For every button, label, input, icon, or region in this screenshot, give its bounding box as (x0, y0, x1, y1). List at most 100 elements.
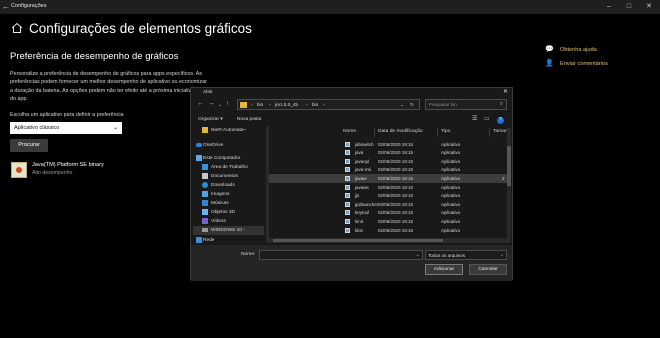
computer-icon (196, 155, 202, 161)
new-folder-button[interactable]: Nova pasta (237, 117, 261, 122)
file-name: javacpl (355, 158, 370, 164)
crumb-separator: › (323, 102, 325, 107)
app-entry-subtitle: Alto desempenho (32, 170, 73, 176)
help-chat-icon: 💬 (545, 46, 554, 53)
up-icon[interactable]: ↑ (226, 100, 229, 107)
file-row[interactable]: jabswitch 02/06/2020 19:15 Aplicativo (269, 140, 507, 148)
help-icon[interactable]: ? (497, 117, 504, 124)
application-file-icon (345, 227, 350, 233)
application-file-icon (345, 184, 350, 190)
nav-item-label: WINDOWS 10 - (211, 227, 245, 233)
navigation-pane: NieR:Automata~ OneDrive Este Computador … (193, 126, 264, 243)
file-date: 02/06/2020 19:15 (378, 210, 414, 216)
file-name: klist (355, 227, 363, 233)
column-divider[interactable] (489, 128, 490, 137)
file-row[interactable]: kinit 02/06/2020 19:15 Aplicativo (269, 217, 507, 225)
recent-dropdown-icon[interactable]: ⌄ (218, 102, 222, 108)
chevron-down-icon[interactable]: ⌄ (416, 252, 420, 258)
nav-item-label: Downloads (211, 182, 235, 188)
breadcrumb-2[interactable]: bin (312, 102, 318, 107)
address-dropdown-icon[interactable]: ⌄ (400, 102, 404, 108)
file-row[interactable]: jp2launcher 02/06/2020 19:15 Aplicativo (269, 200, 507, 208)
search-placeholder: Pesquisar bin (429, 102, 457, 107)
search-icon: ⌕ (499, 101, 503, 107)
file-date: 02/06/2020 19:15 (378, 184, 414, 190)
column-divider[interactable] (374, 128, 375, 137)
horizontal-scrollbar[interactable] (269, 238, 507, 243)
minimize-button[interactable]: – (602, 0, 616, 14)
app-type-select[interactable]: Aplicativo clássico ⌄ (10, 122, 122, 134)
pictures-icon (202, 191, 208, 197)
nav-item-documents[interactable]: Documentos (193, 172, 264, 181)
choose-app-label: Escolha um aplicativo para definir a pre… (10, 112, 124, 118)
filetype-select[interactable]: Todos os arquivos ⌄ (425, 250, 507, 260)
file-row[interactable]: jjs 02/06/2020 19:15 Aplicativo (269, 192, 507, 200)
file-row[interactable]: javaws 02/06/2020 19:15 Aplicativo (269, 183, 507, 191)
nav-item-windows-drive[interactable]: WINDOWS 10 - (193, 226, 264, 235)
scrollbar-thumb[interactable] (507, 146, 511, 186)
file-name: kinit (355, 218, 364, 224)
nav-item-label: Documentos (211, 173, 238, 179)
column-date[interactable]: Data de modificação (378, 129, 423, 134)
file-list-scrollbar[interactable] (507, 128, 511, 243)
column-size[interactable]: Taman (493, 129, 508, 134)
app-entry-name[interactable]: Java(TM) Platform SE binary (32, 162, 104, 168)
file-date: 02/06/2020 19:15 (378, 167, 414, 173)
file-name: jabswitch (355, 141, 374, 147)
preview-pane-icon[interactable]: ▭ (484, 115, 490, 122)
forward-icon[interactable]: → (208, 100, 215, 107)
app-type-value: Aplicativo clássico (14, 125, 60, 131)
breadcrumb-0[interactable]: bin (257, 102, 263, 107)
java-app-icon[interactable] (11, 162, 27, 178)
nav-item-onedrive[interactable]: OneDrive (193, 141, 264, 150)
view-options-icon[interactable]: ☰ (472, 115, 477, 122)
crumb-separator: › (306, 102, 308, 107)
file-row[interactable]: javaw 02/06/2020 19:15 Aplicativo 2 (269, 174, 507, 183)
nav-item-3d-objects[interactable]: Objetos 3D (193, 208, 264, 217)
organize-menu[interactable]: Organizar ▾ (198, 117, 223, 122)
dialog-title-bar: Abrir ✕ (191, 88, 512, 96)
file-type: Aplicativo (441, 158, 461, 164)
file-type: Aplicativo (441, 184, 461, 190)
nav-item-downloads[interactable]: Downloads (193, 181, 264, 190)
dialog-footer: Nome: ⌄ Todos os arquivos ⌄ Adicionar Ca… (191, 245, 512, 281)
maximize-button[interactable]: □ (622, 0, 636, 14)
file-row[interactable]: klist 02/06/2020 19:15 Aplicativo (269, 226, 507, 234)
home-icon[interactable] (11, 22, 23, 34)
send-feedback-link[interactable]: Enviar comentários (560, 61, 608, 67)
scrollbar-thumb[interactable] (273, 239, 443, 242)
nav-item-pictures[interactable]: Imagens (193, 190, 264, 199)
file-row[interactable]: keytool 02/06/2020 19:15 Aplicativo (269, 209, 507, 217)
cancel-button[interactable]: Cancelar (469, 264, 507, 275)
add-button[interactable]: Adicionar (425, 264, 463, 275)
file-row[interactable]: java 02/06/2020 19:15 Aplicativo (269, 149, 507, 157)
filetype-value: Todos os arquivos (428, 253, 466, 258)
refresh-icon[interactable]: ↻ (410, 102, 414, 108)
nav-item-nier[interactable]: NieR:Automata~ (193, 126, 264, 135)
back-icon[interactable]: ← (197, 100, 204, 107)
nav-item-network[interactable]: Rede (193, 236, 264, 245)
nav-item-label: OneDrive (203, 142, 224, 148)
file-row[interactable]: javacpl 02/06/2020 19:15 Aplicativo (269, 157, 507, 165)
file-row[interactable]: java-rmi 02/06/2020 19:15 Aplicativo (269, 166, 507, 174)
nav-item-videos[interactable]: Vídeos (193, 217, 264, 226)
close-button[interactable]: ✕ (642, 0, 656, 14)
column-divider[interactable] (437, 128, 438, 137)
nav-item-this-pc[interactable]: Este Computador (193, 154, 264, 163)
nav-item-music[interactable]: Músicas (193, 199, 264, 208)
get-help-link[interactable]: Obtenha ajuda (560, 47, 597, 53)
column-name[interactable]: Nome (343, 129, 356, 134)
search-input[interactable]: Pesquisar bin ⌕ (425, 99, 507, 110)
back-arrow-icon[interactable]: ← (2, 2, 10, 11)
filename-input[interactable]: ⌄ (259, 250, 423, 260)
nav-item-desktop[interactable]: Área de Trabalho (193, 163, 264, 172)
column-type[interactable]: Tipo (441, 129, 450, 134)
nav-item-label: Rede (203, 237, 215, 243)
browse-button[interactable]: Procurar (10, 139, 48, 152)
file-name: javaws (355, 184, 369, 190)
dialog-close-icon[interactable]: ✕ (503, 88, 508, 95)
breadcrumb-1[interactable]: jre1.8.0_45 (275, 102, 298, 107)
window-title: Configurações (11, 3, 47, 9)
address-bar[interactable]: › bin › jre1.8.0_45 › bin › ⌄ ↻ (237, 99, 420, 110)
nav-item-label: Vídeos (211, 218, 226, 224)
